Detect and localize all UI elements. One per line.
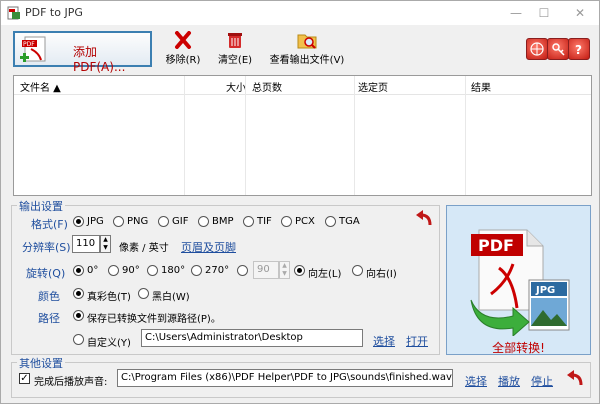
table-header: 文件名 ▲ 大小 总页数 选定页 结果 <box>14 76 591 95</box>
minimize-icon[interactable]: — <box>503 4 529 22</box>
maximize-icon[interactable]: ☐ <box>531 4 557 22</box>
trash-icon <box>215 31 255 49</box>
svg-text:JPG: JPG <box>535 285 555 296</box>
add-pdf-icon: PDF <box>19 35 49 68</box>
convert-all-button[interactable]: PDF JPG 全部转换! <box>446 205 591 355</box>
title-bar: PDF to JPG — ☐ ✕ <box>1 1 599 25</box>
rotate-radio-270[interactable] <box>191 265 202 276</box>
path-radio-source[interactable] <box>73 310 84 321</box>
remove-button[interactable]: 移除(R) <box>163 31 203 66</box>
view-output-button[interactable]: 查看输出文件(V) <box>269 31 345 66</box>
format-radio-pcx[interactable] <box>281 216 292 227</box>
play-sound-checkbox[interactable]: ✓ <box>19 373 30 384</box>
path-choose-link[interactable]: 选择 <box>373 333 395 349</box>
column-header-size[interactable]: 大小 <box>226 79 246 94</box>
svg-text:PDF: PDF <box>478 236 514 255</box>
path-label: 路径 <box>38 312 60 325</box>
app-icon <box>7 6 21 23</box>
globe-icon[interactable] <box>526 38 548 60</box>
help-icon[interactable]: ? <box>568 38 590 60</box>
rotate-radio-90[interactable] <box>108 265 119 276</box>
file-table[interactable]: 文件名 ▲ 大小 总页数 选定页 结果 <box>13 75 592 196</box>
sound-choose-link[interactable]: 选择 <box>465 373 487 389</box>
rotate-option-180: 180° <box>161 265 186 276</box>
format-radio-gif[interactable] <box>158 216 169 227</box>
color-option-truecolor: 真彩色(T) <box>87 292 131 303</box>
rotate-radio-0[interactable] <box>73 265 84 276</box>
resolution-label: 分辨率(S) <box>22 241 71 254</box>
convert-all-label: 全部转换! <box>492 341 545 355</box>
add-pdf-button[interactable]: PDF 添加 PDF(A)... <box>13 31 152 74</box>
format-radio-tif[interactable] <box>243 216 254 227</box>
svg-text:?: ? <box>575 43 582 57</box>
remove-icon <box>163 31 203 49</box>
column-header-result[interactable]: 结果 <box>471 79 491 94</box>
add-pdf-label: 添加 PDF(A)... <box>73 45 126 74</box>
sound-path-input[interactable]: C:\Program Files (x86)\PDF Helper\PDF to… <box>117 369 453 387</box>
clear-button[interactable]: 清空(E) <box>215 31 255 66</box>
color-label: 颜色 <box>38 290 60 303</box>
color-radio-truecolor[interactable] <box>73 288 84 299</box>
path-open-link[interactable]: 打开 <box>406 333 428 349</box>
rotate-custom-stepper[interactable]: ▲ ▼ <box>279 261 290 279</box>
format-option-tga: TGA <box>339 216 360 227</box>
folder-search-icon <box>269 31 345 49</box>
clear-label: 清空(E) <box>217 55 253 66</box>
undo-arrow-icon[interactable] <box>414 209 434 230</box>
path-option-source: 保存已转换文件到源路径(P)。 <box>87 314 221 325</box>
format-option-jpg: JPG <box>87 216 104 227</box>
rotate-option-270: 270° <box>205 265 230 276</box>
rotate-dir-left-radio[interactable] <box>294 265 305 276</box>
format-radio-png[interactable] <box>113 216 124 227</box>
pdf-to-jpg-icon: PDF JPG <box>469 224 573 339</box>
rotate-dir-right-radio[interactable] <box>352 265 363 276</box>
remove-label: 移除(R) <box>165 55 201 66</box>
format-radio-bmp[interactable] <box>198 216 209 227</box>
format-option-tif: TIF <box>257 216 272 227</box>
format-radio-jpg[interactable] <box>73 216 84 227</box>
play-sound-label: 完成后播放声音: <box>34 377 108 388</box>
view-output-label: 查看输出文件(V) <box>269 55 345 66</box>
custom-path-input[interactable]: C:\Users\Administrator\Desktop <box>141 329 363 347</box>
close-icon[interactable]: ✕ <box>567 4 593 22</box>
format-option-pcx: PCX <box>295 216 315 227</box>
other-settings-legend: 其他设置 <box>17 355 65 371</box>
header-footer-link[interactable]: 页眉及页脚 <box>181 239 236 255</box>
output-settings-legend: 输出设置 <box>17 198 65 214</box>
color-radio-bw[interactable] <box>138 288 149 299</box>
rotate-dir-left: 向左(L) <box>308 269 342 280</box>
window-title: PDF to JPG <box>25 6 83 19</box>
rotate-option-90: 90° <box>122 265 140 276</box>
reset-arrow-icon[interactable] <box>565 369 585 390</box>
app-window: PDF to JPG — ☐ ✕ PDF 添加 PDF(A)... 移除(R) … <box>0 0 600 404</box>
path-option-custom: 自定义(Y) <box>87 338 131 349</box>
rotate-label: 旋转(Q) <box>26 267 66 280</box>
rotate-option-0: 0° <box>87 265 99 276</box>
format-option-png: PNG <box>127 216 149 227</box>
path-radio-custom[interactable] <box>73 334 84 345</box>
format-option-gif: GIF <box>172 216 189 227</box>
resolution-input[interactable]: 110 <box>72 235 100 253</box>
resolution-unit: 像素 / 英寸 <box>119 243 169 254</box>
sound-stop-link[interactable]: 停止 <box>531 373 553 389</box>
resolution-stepper[interactable]: ▲ ▼ <box>100 235 111 253</box>
column-header-selected[interactable]: 选定页 <box>358 79 388 94</box>
color-option-bw: 黑白(W) <box>152 292 190 303</box>
svg-text:PDF: PDF <box>23 41 35 48</box>
rotate-dir-right: 向右(I) <box>366 269 397 280</box>
rotate-radio-180[interactable] <box>147 265 158 276</box>
column-header-pages[interactable]: 总页数 <box>252 79 282 94</box>
format-radio-tga[interactable] <box>325 216 336 227</box>
key-icon[interactable] <box>547 38 569 60</box>
sound-play-link[interactable]: 播放 <box>498 373 520 389</box>
column-header-filename[interactable]: 文件名 ▲ <box>20 79 61 94</box>
format-label: 格式(F) <box>31 218 68 231</box>
rotate-custom-input[interactable]: 90 <box>253 261 279 279</box>
format-option-bmp: BMP <box>212 216 234 227</box>
rotate-radio-custom[interactable] <box>237 265 248 276</box>
